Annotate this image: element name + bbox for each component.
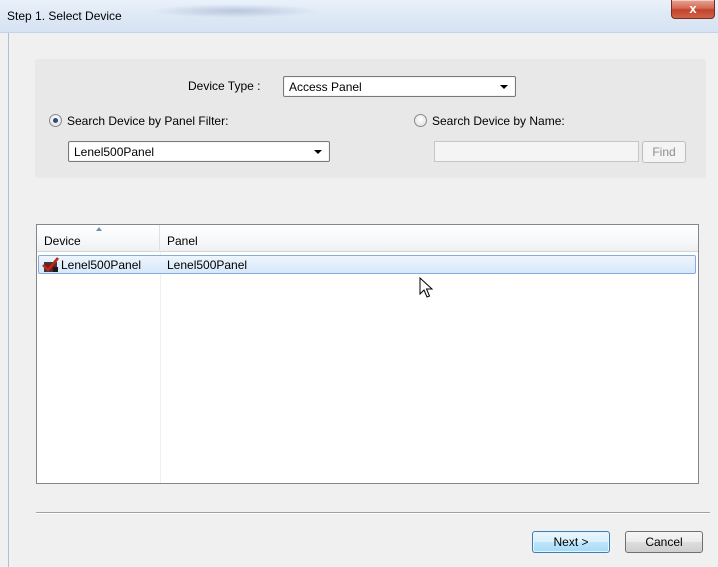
panel-filter-value: Lenel500Panel [74, 145, 155, 159]
search-by-name-label: Search Device by Name: [432, 114, 565, 128]
column-header-device[interactable]: Device [44, 234, 81, 248]
column-separator[interactable] [159, 225, 160, 252]
cancel-button[interactable]: Cancel [625, 531, 703, 553]
sort-ascending-icon [96, 227, 102, 231]
next-button[interactable]: Next > [532, 531, 610, 553]
cell-panel: Lenel500Panel [167, 258, 248, 272]
table-row[interactable]: Lenel500Panel Lenel500Panel [38, 255, 696, 274]
device-list[interactable]: Device Panel Lenel500Panel Lenel500Panel [36, 224, 699, 484]
column-header-panel[interactable]: Panel [167, 234, 198, 248]
cell-device: Lenel500Panel [61, 258, 142, 272]
close-icon: x [689, 1, 697, 16]
title-bar: Step 1. Select Device x [0, 0, 718, 33]
panel-filter-dropdown[interactable]: Lenel500Panel [68, 141, 330, 162]
access-panel-icon [42, 257, 59, 272]
find-button[interactable]: Find [642, 141, 686, 163]
chevron-down-icon [314, 150, 322, 154]
device-type-value: Access Panel [289, 80, 362, 94]
search-by-name-radio[interactable] [414, 114, 427, 127]
title-glow-decoration [150, 4, 320, 18]
device-type-dropdown[interactable]: Access Panel [283, 76, 516, 97]
search-by-panel-label: Search Device by Panel Filter: [67, 114, 229, 128]
device-name-input[interactable] [434, 141, 639, 162]
footer-divider-highlight [36, 513, 710, 514]
list-header: Device Panel [37, 225, 698, 252]
mouse-cursor-icon [419, 277, 433, 298]
cancel-button-label: Cancel [645, 535, 683, 549]
close-button[interactable]: x [671, 0, 715, 19]
window-title: Step 1. Select Device [7, 9, 122, 23]
next-button-label: Next > [553, 535, 589, 549]
device-type-label: Device Type : [188, 79, 261, 93]
search-by-panel-radio[interactable] [49, 114, 62, 127]
column-gridline [160, 252, 161, 483]
find-button-label: Find [652, 145, 676, 159]
chevron-down-icon [500, 85, 508, 89]
